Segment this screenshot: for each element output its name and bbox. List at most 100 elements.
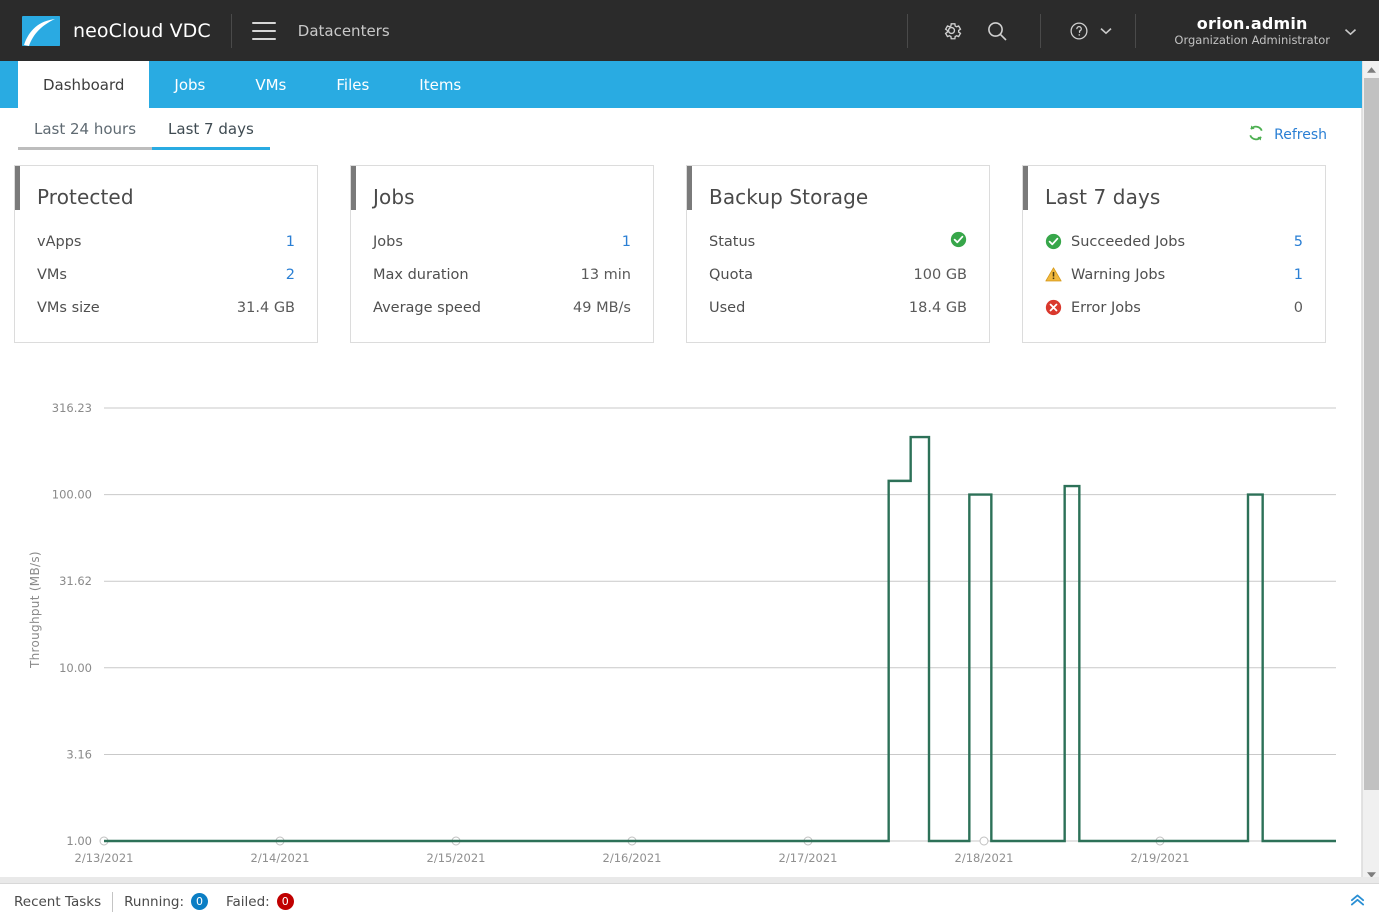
brand-logo[interactable]: neoCloud VDC [0,15,211,46]
row-label: Succeeded Jobs [1071,233,1186,250]
header-actions: orion.admin Organization Administrator [887,0,1379,61]
row-value[interactable]: 1 [286,234,295,250]
subtab-last-7-days-label: Last 7 days [168,120,254,138]
help-circle-icon[interactable] [1061,0,1097,61]
row-value: 18.4 GB [908,299,967,316]
row-label: Warning Jobs [1071,266,1166,283]
running-label: Running: [124,893,184,910]
vertical-scrollbar-thumb[interactable] [1364,78,1379,790]
search-icon[interactable] [974,0,1020,61]
row-value[interactable]: 1 [1294,267,1303,283]
subtab-underline-inactive [18,147,153,150]
refresh-icon [1247,124,1265,146]
row-value: 31.4 GB [236,299,295,316]
x-axis-tick-label: 2/19/2021 [1131,851,1190,865]
tab-dashboard[interactable]: Dashboard [18,61,150,108]
help-chevron-down-icon[interactable] [1097,0,1115,61]
error-x-icon [1045,299,1062,316]
warning-triangle-icon [1045,266,1062,283]
row-value: 13 min [580,266,631,283]
card-jobs: Jobs Jobs 1 Max duration 13 min Average … [350,165,654,343]
vertical-scrollbar[interactable] [1362,61,1379,883]
row-value: 0 [1293,299,1303,316]
card-jobs-row-max-duration: Max duration 13 min [373,258,631,291]
status-badge [950,231,967,252]
card-jobs-row-average-speed: Average speed 49 MB/s [373,291,631,324]
double-chevron-up-icon [1349,892,1366,911]
tab-items[interactable]: Items [394,61,486,108]
user-menu[interactable]: orion.admin Organization Administrator [1156,14,1363,48]
row-label: Max duration [373,266,469,283]
top-navigation-bar: neoCloud VDC Datacenters orion.admin Org… [0,0,1379,61]
user-role: Organization Administrator [1174,33,1330,48]
refresh-button[interactable]: Refresh [1247,124,1327,146]
success-check-icon [1045,233,1062,250]
hamburger-icon[interactable] [251,21,276,40]
row-label: VMs size [37,299,100,316]
tab-vms[interactable]: VMs [230,61,311,108]
x-axis-tick-label: 2/14/2021 [251,851,310,865]
neocloud-logo-icon [22,15,60,46]
row-value[interactable]: 5 [1294,234,1303,250]
brand-title: neoCloud VDC [73,19,211,42]
dashboard-content: Last 24 hours Last 7 days Refresh Protec… [0,108,1362,883]
y-axis-tick-label: 1.00 [66,834,92,848]
throughput-chart-svg: 316.23 100.00 31.62 10.00 3.16 1.00 2/13/2021 2… [52,401,1336,865]
subtab-underline-active [152,147,270,150]
row-label: Average speed [373,299,481,316]
card-jobs-row-jobs: Jobs 1 [373,225,631,258]
card-last-7-days-title: Last 7 days [1045,185,1161,209]
card-protected-row-vapps: vApps 1 [37,225,295,258]
row-label-group: Succeeded Jobs [1045,233,1185,250]
x-axis-tick-label: 2/13/2021 [75,851,134,865]
card-protected-row-vms-size: VMs size 31.4 GB [37,291,295,324]
x-axis-tick-label: 2/15/2021 [427,851,486,865]
subtab-last-24-hours[interactable]: Last 24 hours [18,120,153,160]
summary-cards: Protected vApps 1 VMs 2 VMs size 31.4 GB… [14,165,1326,343]
row-label: Jobs [373,233,403,250]
tab-jobs[interactable]: Jobs [149,61,230,108]
x-axis-tick-label: 2/16/2021 [603,851,662,865]
card-protected-row-vms: VMs 2 [37,258,295,291]
row-value[interactable]: 1 [622,234,631,250]
card-last-7-days: Last 7 days Succeeded Jobs 5 Warning Job… [1022,165,1326,343]
row-label-group: Warning Jobs [1045,266,1165,283]
failed-count-badge: 0 [276,893,294,910]
card-backup-storage: Backup Storage Status Quota 100 GB Used … [686,165,990,343]
row-label-group: Error Jobs [1045,299,1141,316]
refresh-label: Refresh [1274,127,1327,143]
footer-divider [112,891,114,912]
breadcrumb[interactable]: Datacenters [298,22,390,40]
card-backup-storage-title: Backup Storage [709,185,869,209]
y-axis-tick-label: 31.62 [59,574,92,588]
y-axis-tick-label: 316.23 [52,401,92,415]
subtab-last-24-hours-label: Last 24 hours [34,120,137,138]
card-last-7-days-row-warning: Warning Jobs 1 [1045,258,1303,291]
scroll-up-arrow-icon[interactable] [1363,61,1379,78]
tab-vms-label: VMs [255,75,287,94]
row-value[interactable]: 2 [286,267,295,283]
card-backup-storage-row-used: Used 18.4 GB [709,291,967,324]
row-label: Used [709,299,746,316]
card-protected-title: Protected [37,185,134,209]
throughput-series-line [104,435,1336,843]
tab-jobs-label: Jobs [174,75,206,94]
subtab-last-7-days[interactable]: Last 7 days [152,120,270,160]
row-label: Quota [709,266,754,283]
card-last-7-days-row-succeeded: Succeeded Jobs 5 [1045,225,1303,258]
card-jobs-title: Jobs [373,185,415,209]
user-name: orion.admin [1196,13,1308,33]
expand-tasks-button[interactable] [1335,884,1379,919]
y-axis-tick-label: 3.16 [66,747,92,761]
card-backup-storage-row-quota: Quota 100 GB [709,258,967,291]
tab-files-label: Files [336,75,370,94]
gear-icon[interactable] [928,0,974,61]
tab-files[interactable]: Files [311,61,394,108]
row-label: Status [709,233,756,250]
recent-tasks-label[interactable]: Recent Tasks [14,894,101,910]
header-divider-4 [1135,13,1137,48]
header-divider-3 [1040,13,1042,48]
row-label: Error Jobs [1071,299,1141,316]
user-chevron-down-icon [1344,21,1357,40]
card-protected: Protected vApps 1 VMs 2 VMs size 31.4 GB [14,165,318,343]
